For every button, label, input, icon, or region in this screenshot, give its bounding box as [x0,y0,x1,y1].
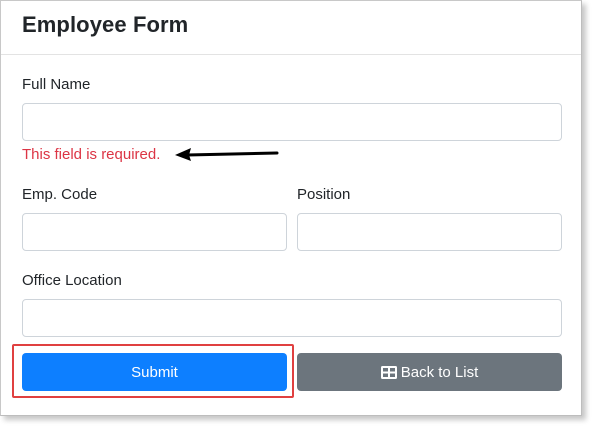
table-icon [380,365,397,379]
office-location-label: Office Location [22,272,122,289]
position-input[interactable] [297,213,562,251]
office-location-input[interactable] [22,299,562,337]
full-name-error: This field is required. [22,146,161,163]
full-name-input[interactable] [22,103,562,141]
back-to-list-label: Back to List [400,363,479,381]
emp-code-label: Emp. Code [22,186,98,203]
position-label: Position [297,186,351,203]
form-title: Employee Form [22,12,189,37]
emp-code-input[interactable] [22,213,287,251]
full-name-label: Full Name [22,76,91,93]
submit-highlight-box [12,344,294,398]
arrow-annotation-icon [175,148,279,161]
back-to-list-button[interactable]: Back to List [297,353,562,391]
card-header: Employee Form [1,1,581,55]
